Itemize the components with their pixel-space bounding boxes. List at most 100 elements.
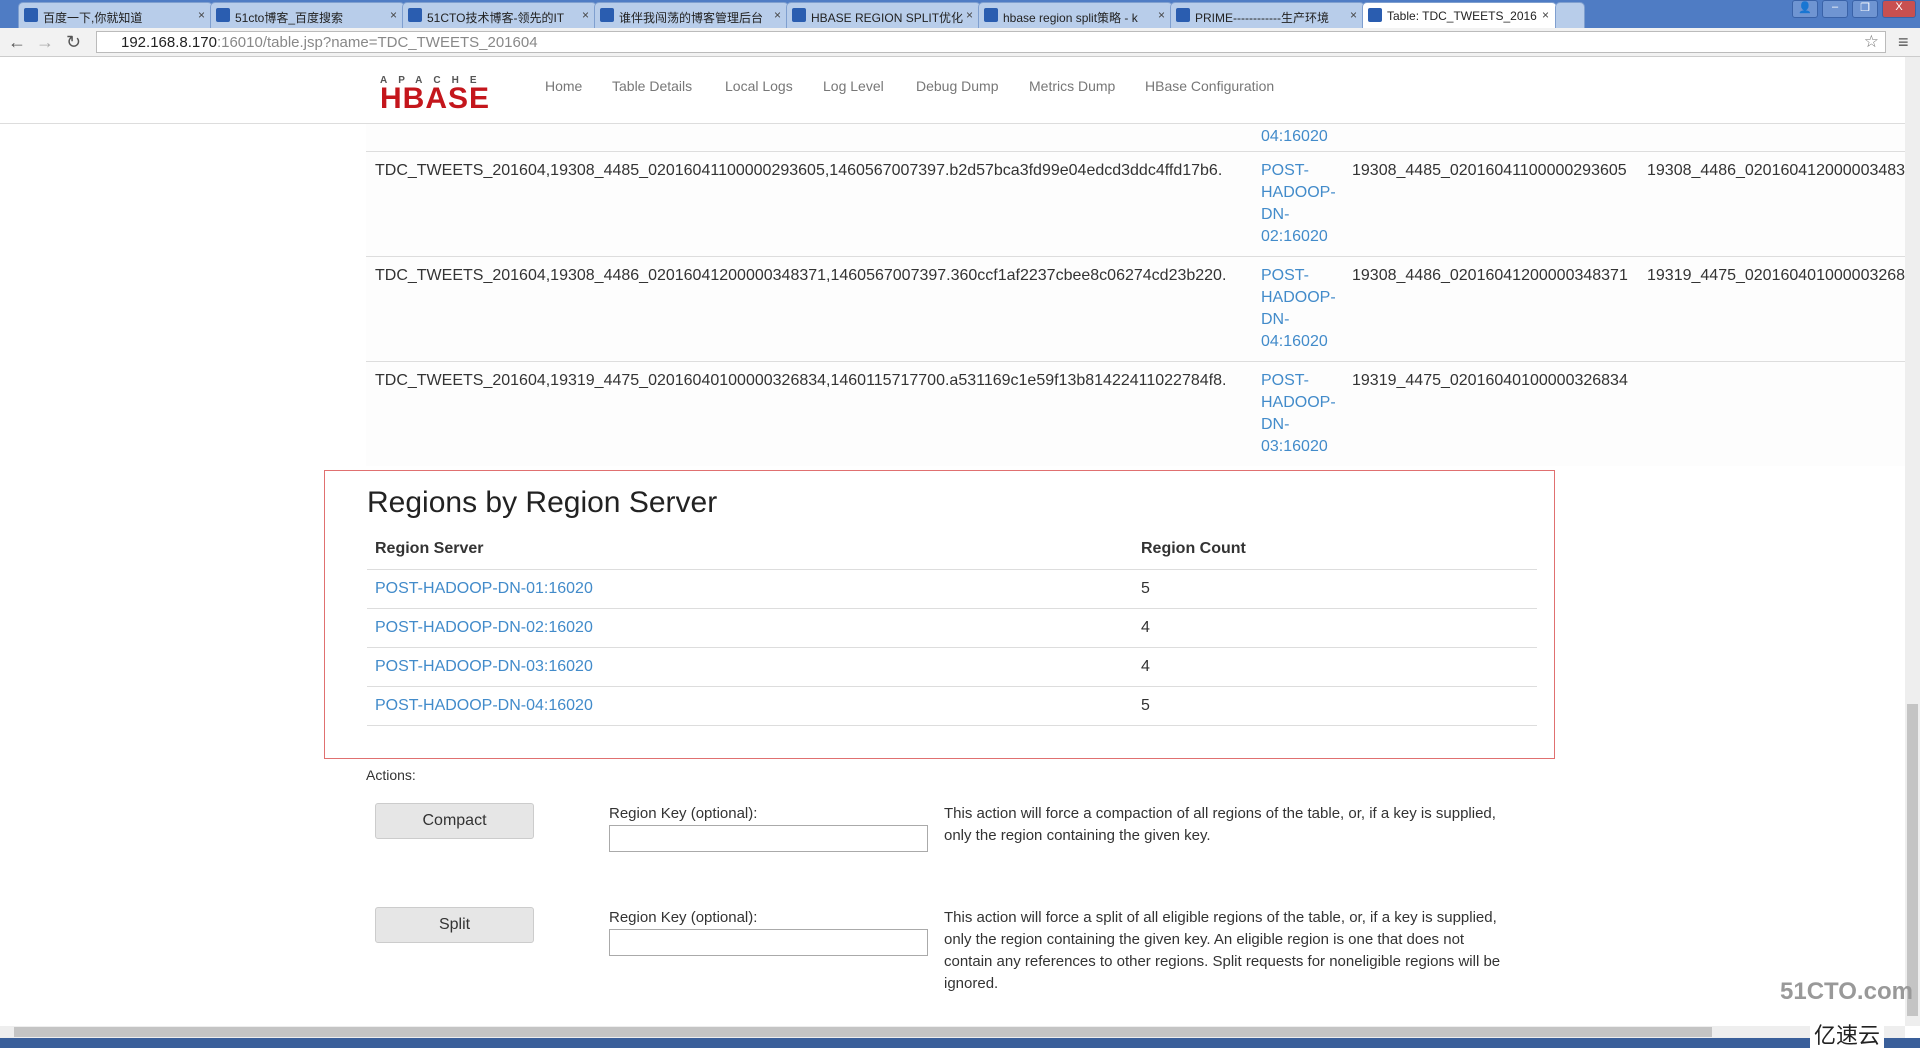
compact-region-key-input[interactable] [609, 825, 928, 852]
region-server-link[interactable]: POST-HADOOP-DN-04:16020 [375, 697, 593, 715]
close-tab-icon[interactable]: × [1542, 8, 1549, 22]
actions-label: Actions: [366, 767, 416, 783]
region-server-link[interactable]: POST-HADOOP-DN-02:16020 [375, 619, 593, 637]
split-region-key-input[interactable] [609, 929, 928, 956]
vertical-scrollbar[interactable] [1905, 57, 1920, 1026]
region-server-link[interactable]: POST-HADOOP-DN-01:16020 [375, 580, 593, 598]
watermark-51cto: 51CTO.com [1780, 978, 1913, 1005]
header-region-server: Region Server [375, 540, 484, 557]
favicon-icon [600, 8, 614, 22]
server-part: POST- [1261, 372, 1310, 389]
table-row: POST-HADOOP-DN-01:16020 5 [367, 569, 1537, 608]
url-input[interactable]: 192.168.8.170:16010/table.jsp?name=TDC_T… [96, 31, 1886, 53]
start-key: 19319_4475_02016040100000326834 [1352, 372, 1628, 389]
user-icon[interactable]: 👤 [1792, 0, 1818, 18]
tab-title: hbase region split策略 - k [1003, 11, 1138, 25]
nav-log-level[interactable]: Log Level [823, 78, 884, 94]
favicon-icon [984, 8, 998, 22]
table-row: TDC_TWEETS_201604,19308_4486_02016041200… [366, 256, 1905, 361]
address-bar-area: ← → ↻ 192.168.8.170:16010/table.jsp?name… [0, 28, 1920, 57]
start-key: 19308_4486_02016041200000348371 [1352, 267, 1628, 284]
tab-title: 51CTO技术博客-领先的IT [427, 11, 565, 25]
browser-tab[interactable]: Table: TDC_TWEETS_2016 × [1362, 2, 1557, 28]
horizontal-scrollbar[interactable] [0, 1026, 1905, 1038]
hbase-logo[interactable]: APACHE HBASE [380, 75, 520, 114]
nav-debug-dump[interactable]: Debug Dump [916, 78, 999, 94]
split-description: This action will force a split of all el… [944, 907, 1534, 995]
favicon-icon [24, 8, 38, 22]
region-name: TDC_TWEETS_201604,19308_4486_02016041200… [375, 267, 1227, 284]
bookmark-star-icon[interactable]: ☆ [1864, 32, 1879, 52]
table-row: TDC_TWEETS_201604,19308_4485_02016041100… [366, 151, 1905, 256]
tab-title: 谁伴我闯荡的博客管理后台 [619, 11, 764, 25]
restore-button[interactable]: ❐ [1852, 0, 1878, 18]
nav-table-details[interactable]: Table Details [612, 78, 692, 94]
scroll-thumb[interactable] [1907, 704, 1918, 1016]
region-count: 5 [1141, 580, 1150, 597]
header-region-count: Region Count [1141, 540, 1246, 557]
server-part: DN- [1261, 311, 1290, 328]
server-part: POST- [1261, 162, 1310, 179]
desc-line: This action will force a compaction of a… [944, 805, 1496, 822]
browser-tab[interactable]: 51CTO技术博客-领先的IT × [402, 2, 597, 28]
close-tab-icon[interactable]: × [582, 8, 589, 22]
region-count: 4 [1141, 619, 1150, 636]
browser-tab[interactable]: 百度一下,你就知道 × [18, 2, 213, 28]
region-count: 4 [1141, 658, 1150, 675]
nav-home[interactable]: Home [545, 78, 582, 94]
split-key-label: Region Key (optional): [609, 909, 758, 926]
minimize-button[interactable]: – [1822, 0, 1848, 18]
browser-tab-bar: 👤 – ❐ X 百度一下,你就知道 × 51cto博客_百度搜索 × 51CTO技术博客… [0, 0, 1920, 28]
end-key: 19308_4486_0201604120000034837 [1647, 162, 1905, 179]
browser-tab[interactable]: HBASE REGION SPLIT优化 × [786, 2, 981, 28]
server-part: HADOOP- [1261, 394, 1336, 411]
start-key: 19308_4485_02016041100000293605 [1352, 162, 1627, 179]
server-part: DN- [1261, 206, 1290, 223]
nav-metrics-dump[interactable]: Metrics Dump [1029, 78, 1115, 94]
browser-tab[interactable]: PRIME------------生产环境 × [1170, 2, 1365, 28]
desc-line: only the region containing the given key… [944, 931, 1465, 948]
server-part: 02:16020 [1261, 228, 1328, 245]
url-path: :16010/table.jsp?name=TDC_TWEETS_201604 [216, 34, 538, 51]
compact-button[interactable]: Compact [375, 803, 534, 839]
close-tab-icon[interactable]: × [1158, 8, 1165, 22]
browser-tab[interactable]: hbase region split策略 - k × [978, 2, 1173, 28]
server-part: HADOOP- [1261, 289, 1336, 306]
region-server-link[interactable]: POST-HADOOP-DN-04:16020 [1261, 265, 1336, 353]
region-name: TDC_TWEETS_201604,19308_4485_02016041100… [375, 162, 1223, 179]
close-window-button[interactable]: X [1882, 0, 1916, 18]
new-tab-button[interactable] [1555, 2, 1585, 28]
favicon-icon [792, 8, 806, 22]
server-part: 03:16020 [1261, 438, 1328, 455]
favicon-icon [1368, 8, 1382, 22]
scroll-thumb[interactable] [14, 1027, 1712, 1037]
close-tab-icon[interactable]: × [774, 8, 781, 22]
table-header: Region Server Region Count [367, 530, 1537, 569]
reload-icon[interactable]: ↻ [66, 32, 81, 53]
region-server-link[interactable]: POST-HADOOP-DN-03:16020 [1261, 370, 1336, 458]
close-tab-icon[interactable]: × [198, 8, 205, 22]
forward-icon[interactable]: → [36, 32, 54, 53]
region-server-link[interactable]: 04:16020 [1261, 126, 1328, 148]
region-server-link[interactable]: POST-HADOOP-DN-02:16020 [1261, 160, 1336, 248]
table-row: POST-HADOOP-DN-03:16020 4 [367, 647, 1537, 686]
table-bottom-border [367, 725, 1537, 726]
table-row: TDC_TWEETS_201604,19319_4475_02016040100… [366, 361, 1905, 466]
browser-tab[interactable]: 谁伴我闯荡的博客管理后台 × [594, 2, 789, 28]
back-icon[interactable]: ← [8, 32, 26, 53]
nav-local-logs[interactable]: Local Logs [725, 78, 793, 94]
favicon-icon [1176, 8, 1190, 22]
close-tab-icon[interactable]: × [1350, 8, 1357, 22]
end-key: 19319_4475_0201604010000032683 [1647, 267, 1905, 284]
split-button[interactable]: Split [375, 907, 534, 943]
nav-hbase-configuration[interactable]: HBase Configuration [1145, 78, 1274, 94]
section-title: Regions by Region Server [367, 486, 718, 519]
menu-icon[interactable]: ≡ [1898, 32, 1909, 53]
close-tab-icon[interactable]: × [390, 8, 397, 22]
desc-line: ignored. [944, 975, 999, 992]
tab-title: HBASE REGION SPLIT优化 [811, 11, 964, 25]
region-count: 5 [1141, 697, 1150, 714]
region-server-link[interactable]: POST-HADOOP-DN-03:16020 [375, 658, 593, 676]
close-tab-icon[interactable]: × [966, 8, 973, 22]
browser-tab[interactable]: 51cto博客_百度搜索 × [210, 2, 405, 28]
